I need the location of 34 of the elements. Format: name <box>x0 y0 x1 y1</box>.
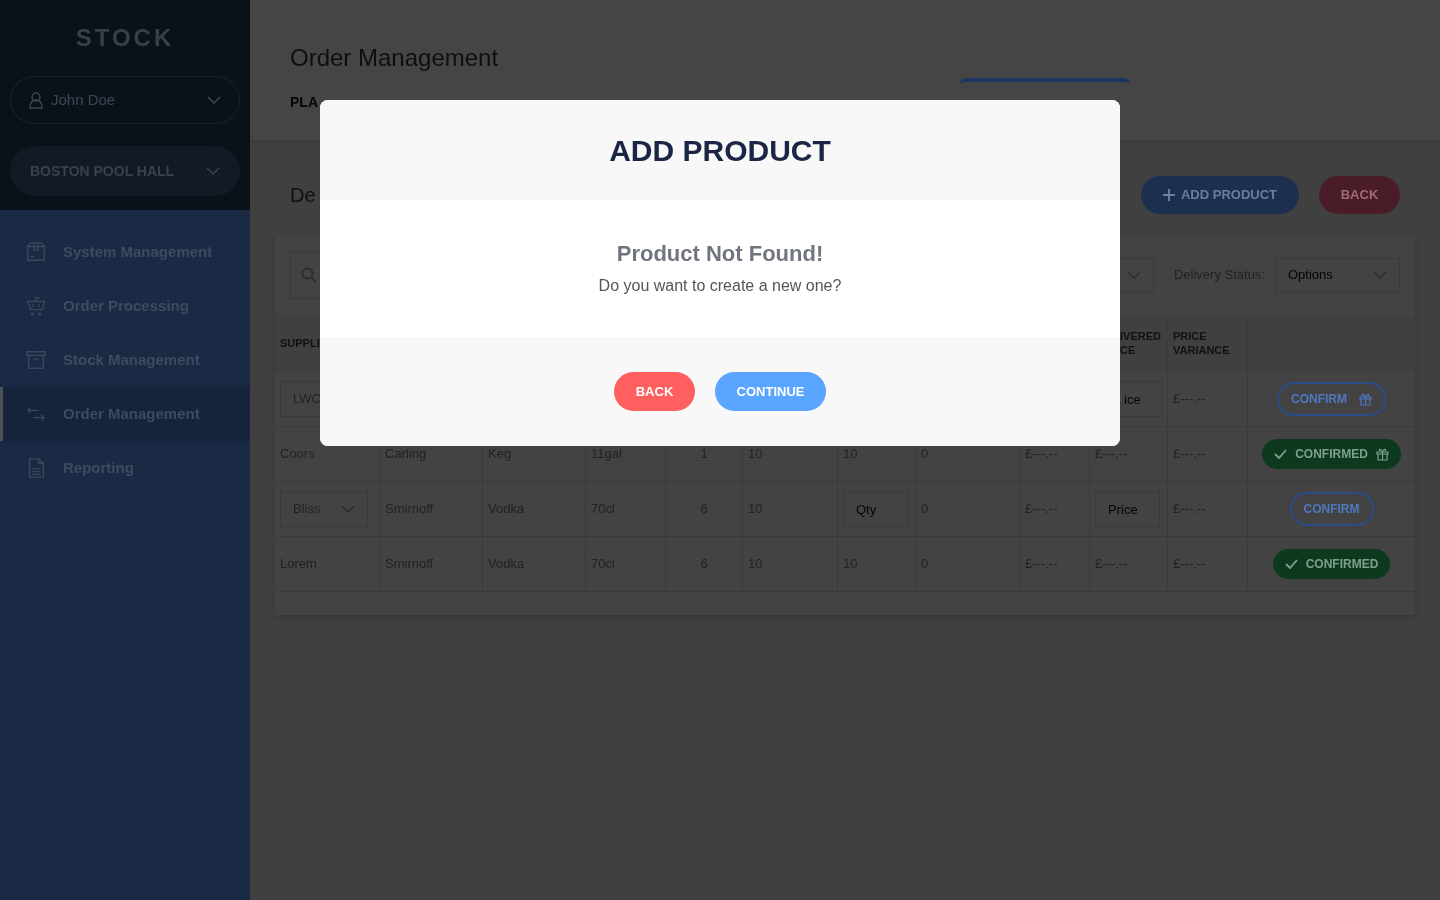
delivery-status-select[interactable]: Options <box>1275 258 1400 292</box>
add-product-button[interactable]: ADD PRODUCT <box>1140 176 1299 214</box>
confirm-button[interactable]: CONFIRM <box>1277 382 1386 416</box>
modal-message: Do you want to create a new one? <box>598 276 842 296</box>
table-cell-text: £---.-- <box>1173 445 1206 464</box>
continue-button[interactable]: CONTINUE <box>715 372 826 411</box>
cart-icon <box>25 295 47 317</box>
user-icon <box>29 91 43 109</box>
back-button[interactable]: BACK <box>1319 176 1400 214</box>
confirmed-button[interactable]: CONFIRMED <box>1272 549 1391 579</box>
table-cell-text: £---.-- <box>1095 555 1128 574</box>
input-field[interactable]: Qty <box>843 491 908 527</box>
table-cell-text: £---.-- <box>1025 445 1058 464</box>
back-button[interactable]: BACK <box>614 372 695 411</box>
table-cell-text: £---.-- <box>1025 555 1058 574</box>
check-icon <box>1274 449 1288 459</box>
modal-heading: Product Not Found! <box>616 240 824 268</box>
tab[interactable]: PLA <box>290 78 318 121</box>
table-cell-text: £---.-- <box>1095 445 1128 464</box>
check-icon <box>1284 559 1298 569</box>
plus-icon <box>1162 189 1175 201</box>
table-cell-text: £---.-- <box>1173 500 1206 519</box>
modal-title: ADD PRODUCT <box>609 132 831 169</box>
box-icon <box>25 241 47 263</box>
chevron-down-icon <box>207 96 221 104</box>
table-cell-text: £---.-- <box>1173 390 1206 409</box>
input-field[interactable]: Price <box>1095 491 1160 527</box>
table-cell-text: £---.-- <box>1025 500 1058 519</box>
confirmed-button[interactable]: CONFIRMED <box>1262 439 1401 469</box>
input-field[interactable]: ice <box>1120 381 1163 417</box>
table-cell-text: £---.-- <box>1173 555 1206 574</box>
confirm-button[interactable]: CONFIRM <box>1289 492 1374 526</box>
archive-icon <box>25 349 47 371</box>
chevron-down-icon <box>206 167 220 175</box>
